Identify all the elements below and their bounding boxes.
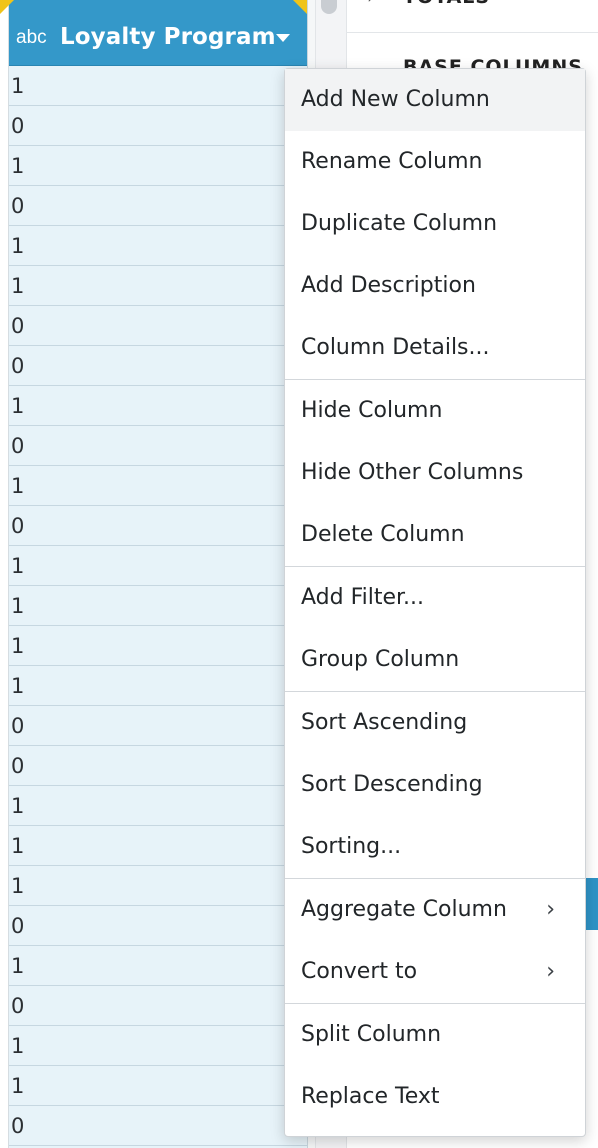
table-cell[interactable]: 0 — [9, 506, 307, 546]
menu-add-description[interactable]: Add Description — [285, 255, 585, 317]
table-cell[interactable]: 0 — [9, 1106, 307, 1146]
table-cell[interactable]: 0 — [9, 106, 307, 146]
menu-group: Split Column Replace Text — [285, 1004, 585, 1128]
table-cell[interactable]: 1 — [9, 146, 307, 186]
menu-delete-column[interactable]: Delete Column — [285, 504, 585, 566]
header-marker-right — [293, 0, 307, 14]
menu-group-column[interactable]: Group Column — [285, 629, 585, 691]
table-cell[interactable]: 1 — [9, 266, 307, 306]
menu-group: Sort Ascending Sort Descending Sorting... — [285, 692, 585, 879]
menu-item-label: Split Column — [301, 1022, 442, 1047]
table-cell[interactable]: 1 — [9, 866, 307, 906]
chevron-right-icon: › — [367, 0, 403, 8]
menu-group: Hide Column Hide Other Columns Delete Colu… — [285, 380, 585, 567]
column-context-menu: Add New Column Rename Column Duplicate Col… — [284, 68, 586, 1137]
table-cell[interactable]: 1 — [9, 66, 307, 106]
menu-sort-descending[interactable]: Sort Descending — [285, 754, 585, 816]
menu-item-label: Rename Column — [301, 149, 483, 174]
menu-replace-text[interactable]: Replace Text — [285, 1066, 585, 1128]
menu-item-label: Delete Column — [301, 522, 465, 547]
table-cell[interactable]: 1 — [9, 626, 307, 666]
table-cell[interactable]: 1 — [9, 466, 307, 506]
table-cell[interactable]: 1 — [9, 786, 307, 826]
table-cell[interactable]: 1 — [9, 386, 307, 426]
menu-item-label: Aggregate Column — [301, 897, 507, 922]
menu-item-label: Add New Column — [301, 87, 490, 112]
table-cell[interactable]: 0 — [9, 706, 307, 746]
header-marker-left — [0, 0, 14, 14]
chevron-right-icon: › — [546, 897, 555, 922]
menu-item-label: Sorting... — [301, 834, 402, 859]
table-cell[interactable]: 0 — [9, 906, 307, 946]
menu-column-details[interactable]: Column Details... — [285, 317, 585, 379]
menu-add-filter[interactable]: Add Filter... — [285, 567, 585, 629]
chevron-down-icon[interactable] — [276, 34, 290, 42]
table-cell[interactable]: 0 — [9, 186, 307, 226]
menu-hide-other-columns[interactable]: Hide Other Columns — [285, 442, 585, 504]
app-stage: abc Loyalty Program 10101100101011110011… — [0, 0, 598, 1148]
menu-group: Aggregate Column › Convert to › — [285, 879, 585, 1004]
menu-group: Add New Column Rename Column Duplicate Col… — [285, 69, 585, 380]
menu-hide-column[interactable]: Hide Column — [285, 380, 585, 442]
table-cell[interactable]: 1 — [9, 226, 307, 266]
table-cell[interactable]: 0 — [9, 346, 307, 386]
menu-rename-column[interactable]: Rename Column — [285, 131, 585, 193]
menu-item-label: Add Description — [301, 273, 476, 298]
previous-column-edge — [0, 0, 9, 1148]
menu-split-column[interactable]: Split Column — [285, 1004, 585, 1066]
loyalty-program-column: abc Loyalty Program 10101100101011110011… — [0, 0, 308, 1148]
menu-item-label: Sort Ascending — [301, 710, 468, 735]
menu-group: Add Filter... Group Column — [285, 567, 585, 692]
table-cell[interactable]: 0 — [9, 426, 307, 466]
column-title: Loyalty Program — [60, 24, 276, 50]
menu-convert-to[interactable]: Convert to › — [285, 941, 585, 1003]
menu-aggregate-column[interactable]: Aggregate Column › — [285, 879, 585, 941]
table-cell[interactable]: 1 — [9, 826, 307, 866]
panel-section-totals[interactable]: ›TOTALS — [367, 0, 490, 8]
column-cells: 101011001010111100111010110 — [9, 66, 307, 1146]
table-cell[interactable]: 1 — [9, 546, 307, 586]
menu-duplicate-column[interactable]: Duplicate Column — [285, 193, 585, 255]
table-cell[interactable]: 0 — [9, 746, 307, 786]
table-cell[interactable]: 1 — [9, 666, 307, 706]
menu-item-label: Add Filter... — [301, 585, 425, 610]
table-cell[interactable]: 1 — [9, 1066, 307, 1106]
table-cell[interactable]: 0 — [9, 986, 307, 1026]
menu-item-label: Convert to — [301, 959, 418, 984]
menu-item-label: Hide Other Columns — [301, 460, 524, 485]
menu-add-new-column[interactable]: Add New Column — [285, 69, 585, 131]
menu-sort-ascending[interactable]: Sort Ascending — [285, 692, 585, 754]
table-cell[interactable]: 1 — [9, 1026, 307, 1066]
table-cell[interactable]: 1 — [9, 586, 307, 626]
menu-item-label: Duplicate Column — [301, 211, 498, 236]
column-type-tag: abc — [16, 27, 47, 48]
menu-item-label: Sort Descending — [301, 772, 483, 797]
table-cell[interactable]: 1 — [9, 946, 307, 986]
column-header[interactable]: abc Loyalty Program — [0, 0, 307, 66]
menu-item-label: Replace Text — [301, 1084, 440, 1109]
menu-sorting[interactable]: Sorting... — [285, 816, 585, 878]
panel-divider — [346, 32, 598, 33]
table-cell[interactable]: 0 — [9, 306, 307, 346]
chevron-right-icon: › — [546, 959, 555, 984]
menu-item-label: Hide Column — [301, 398, 443, 423]
menu-item-label: Group Column — [301, 647, 460, 672]
menu-item-label: Column Details... — [301, 335, 490, 360]
